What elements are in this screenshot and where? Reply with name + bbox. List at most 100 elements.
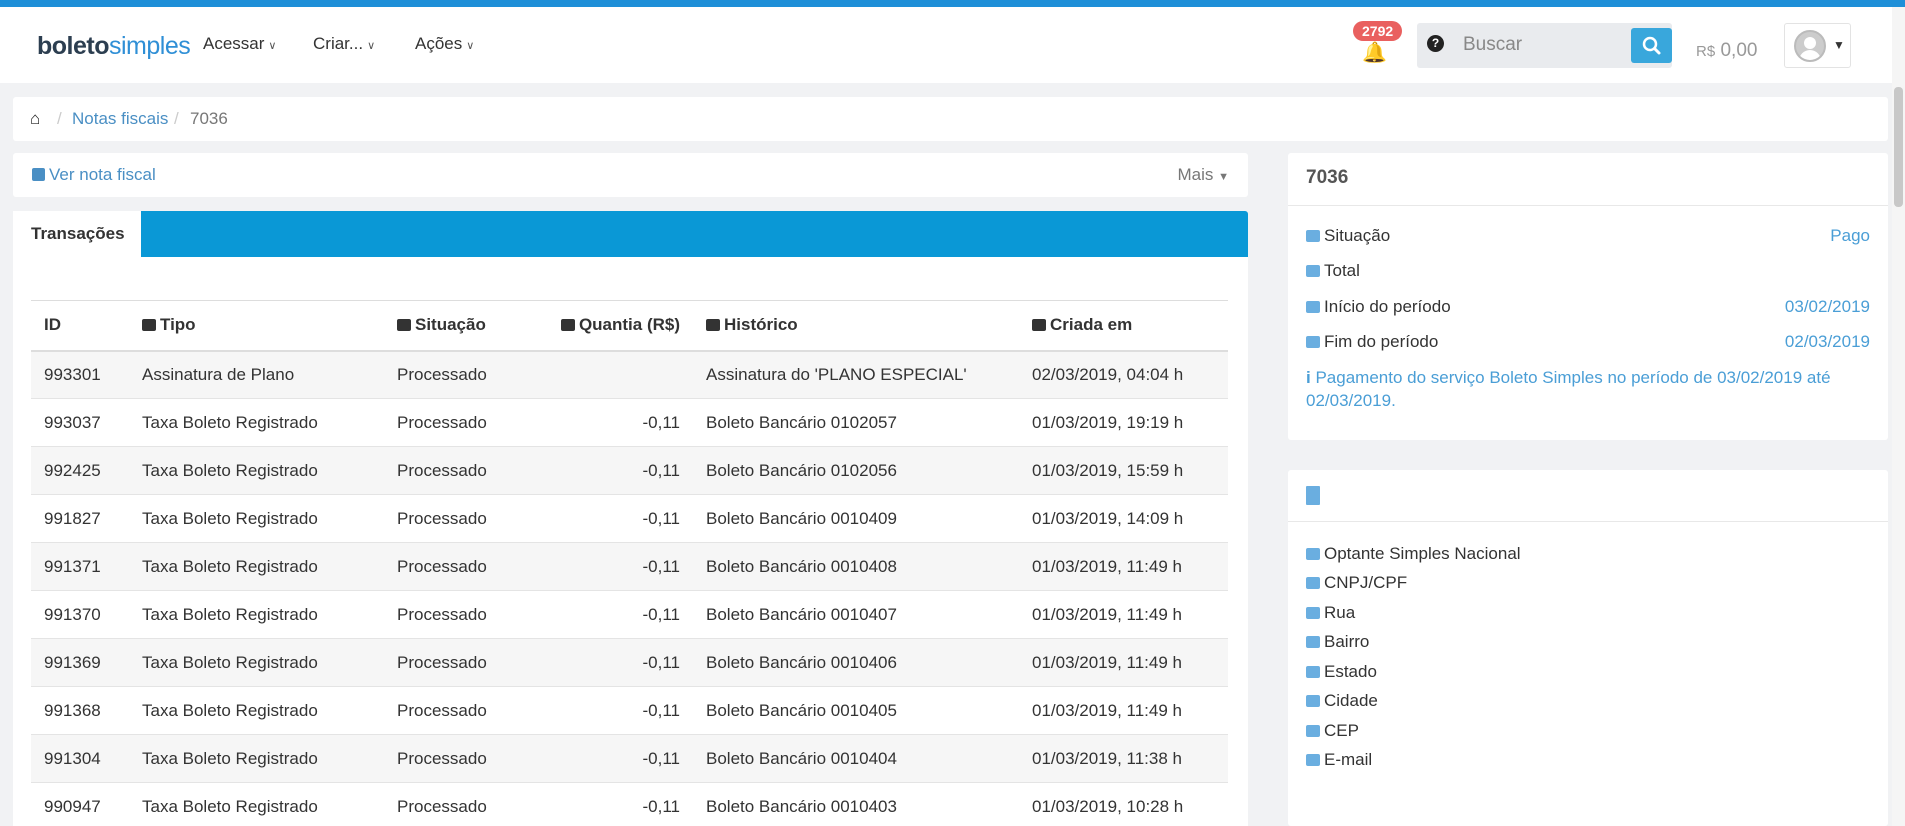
- breadcrumb-link-notas[interactable]: Notas fiscais: [72, 109, 168, 129]
- cell-historico: Boleto Bancário 0010404: [693, 734, 1019, 783]
- table-row[interactable]: 991827 Taxa Boleto Registrado Processado -0…: [31, 494, 1228, 543]
- table-row[interactable]: 991370 Taxa Boleto Registrado Processado -0…: [31, 590, 1228, 639]
- table-row[interactable]: 990947 Taxa Boleto Registrado Processado -0…: [31, 782, 1228, 826]
- cell-tipo: Taxa Boleto Registrado: [129, 686, 384, 735]
- cell-criada: 02/03/2019, 04:04 h: [1019, 350, 1228, 399]
- cell-id: 991370: [31, 590, 129, 639]
- cell-criada: 01/03/2019, 14:09 h: [1019, 494, 1228, 543]
- company-card: Optante Simples Nacional CNPJ/CPF Rua Bairr…: [1288, 470, 1888, 826]
- cell-quantia: -0,11: [544, 494, 693, 543]
- home-icon: [1306, 725, 1320, 737]
- cell-id: 991827: [31, 494, 129, 543]
- cell-tipo: Taxa Boleto Registrado: [129, 446, 384, 495]
- chevron-down-icon: ∨: [367, 40, 376, 52]
- action-bar: Ver nota fiscal Mais ▼: [13, 153, 1248, 197]
- invoice-title: 7036: [1288, 153, 1888, 206]
- home-icon: [1306, 666, 1320, 678]
- cell-tipo: Taxa Boleto Registrado: [129, 734, 384, 783]
- list-icon: [706, 319, 720, 332]
- cell-quantia: [544, 350, 693, 399]
- search-input[interactable]: Buscar: [1463, 34, 1522, 56]
- bell-icon[interactable]: 🔔: [1362, 40, 1387, 65]
- cell-historico: Assinatura do 'PLANO ESPECIAL': [693, 350, 1019, 399]
- calendar-icon: [1306, 301, 1320, 313]
- company-field: Bairro: [1306, 632, 1870, 652]
- company-field-label: CNPJ/CPF: [1324, 573, 1408, 592]
- transactions-panel: ID Tipo Situação Quantia (R$) Histórico …: [13, 257, 1248, 826]
- company-field: Estado: [1306, 662, 1870, 682]
- cell-id: 991369: [31, 638, 129, 687]
- table-row[interactable]: 992425 Taxa Boleto Registrado Processado -0…: [31, 446, 1228, 495]
- user-menu[interactable]: ▼: [1784, 23, 1851, 68]
- notification-badge: 2792: [1353, 21, 1403, 41]
- account-balance[interactable]: R$ 0,00: [1696, 40, 1757, 62]
- money-icon: [560, 319, 575, 332]
- company-field-label: CEP: [1324, 721, 1359, 740]
- breadcrumb-current: 7036: [190, 109, 228, 128]
- search-button[interactable]: [1631, 28, 1672, 63]
- cell-situacao: Processado: [384, 446, 544, 495]
- company-field-label: Estado: [1324, 662, 1377, 681]
- invoice-details-card: 7036 Situação Pago Total Início do períod…: [1288, 153, 1888, 440]
- table-row[interactable]: 993301 Assinatura de Plano Processado Assin…: [31, 350, 1228, 399]
- cell-quantia: -0,11: [544, 782, 693, 826]
- menu-acoes[interactable]: Ações ∨: [415, 34, 474, 54]
- file-icon: [1306, 577, 1320, 589]
- company-field: Cidade: [1306, 691, 1870, 711]
- cell-historico: Boleto Bancário 0010405: [693, 686, 1019, 735]
- tab-transacoes[interactable]: Transações: [13, 211, 141, 257]
- table-header-row: ID Tipo Situação Quantia (R$) Histórico …: [31, 300, 1228, 352]
- cell-situacao: Processado: [384, 542, 544, 591]
- cell-situacao: Processado: [384, 350, 544, 399]
- view-invoice-link[interactable]: Ver nota fiscal: [32, 165, 156, 185]
- caret-down-icon: ▼: [1218, 171, 1229, 183]
- col-header-quantia[interactable]: Quantia (R$): [544, 300, 693, 352]
- table-row[interactable]: 993037 Taxa Boleto Registrado Processado -0…: [31, 398, 1228, 447]
- table-row[interactable]: 991371 Taxa Boleto Registrado Processado -0…: [31, 542, 1228, 591]
- tabs-bar: Transações: [13, 211, 1248, 257]
- table-row[interactable]: 991369 Taxa Boleto Registrado Processado -0…: [31, 638, 1228, 687]
- home-icon[interactable]: ⌂: [30, 109, 40, 129]
- cell-tipo: Taxa Boleto Registrado: [129, 542, 384, 591]
- cell-quantia: -0,11: [544, 638, 693, 687]
- company-field-label: Rua: [1324, 603, 1356, 622]
- transactions-table: ID Tipo Situação Quantia (R$) Histórico …: [31, 300, 1228, 826]
- cell-id: 990947: [31, 782, 129, 826]
- company-field: Rua: [1306, 603, 1870, 623]
- scrollbar-thumb[interactable]: [1894, 87, 1903, 207]
- cell-tipo: Taxa Boleto Registrado: [129, 494, 384, 543]
- cell-historico: Boleto Bancário 0010403: [693, 782, 1019, 826]
- cell-criada: 01/03/2019, 11:49 h: [1019, 590, 1228, 639]
- table-row[interactable]: 991368 Taxa Boleto Registrado Processado -0…: [31, 686, 1228, 735]
- edit-icon: [397, 319, 411, 332]
- more-dropdown[interactable]: Mais ▼: [1177, 165, 1229, 185]
- col-header-situacao[interactable]: Situação: [384, 300, 544, 352]
- caret-down-icon: ▼: [1833, 38, 1845, 52]
- avatar: [1794, 30, 1826, 62]
- company-field-label: Optante Simples Nacional: [1324, 544, 1521, 563]
- cell-situacao: Processado: [384, 686, 544, 735]
- cell-criada: 01/03/2019, 11:49 h: [1019, 686, 1228, 735]
- col-header-id[interactable]: ID: [31, 300, 129, 352]
- cell-tipo: Assinatura de Plano: [129, 350, 384, 399]
- table-row[interactable]: 991304 Taxa Boleto Registrado Processado -0…: [31, 734, 1228, 783]
- tag-icon: [142, 319, 156, 332]
- col-header-historico[interactable]: Histórico: [693, 300, 1019, 352]
- help-icon[interactable]: ?: [1427, 35, 1444, 52]
- cell-criada: 01/03/2019, 10:28 h: [1019, 782, 1228, 826]
- menu-criar[interactable]: Criar... ∨: [313, 34, 375, 54]
- cell-id: 991304: [31, 734, 129, 783]
- table-body: 993301 Assinatura de Plano Processado Assin…: [31, 350, 1228, 826]
- search-icon: [1642, 36, 1661, 55]
- cell-criada: 01/03/2019, 15:59 h: [1019, 446, 1228, 495]
- cell-quantia: -0,11: [544, 686, 693, 735]
- company-field: CEP: [1306, 721, 1870, 741]
- menu-acessar[interactable]: Acessar ∨: [203, 34, 276, 54]
- chevron-down-icon: ∨: [268, 40, 277, 52]
- brand-logo[interactable]: boletosimples: [37, 32, 191, 61]
- col-header-tipo[interactable]: Tipo: [129, 300, 384, 352]
- home-icon: [1306, 695, 1320, 707]
- cell-historico: Boleto Bancário 0102057: [693, 398, 1019, 447]
- col-header-criada[interactable]: Criada em: [1019, 300, 1228, 352]
- scrollbar[interactable]: [1892, 7, 1905, 826]
